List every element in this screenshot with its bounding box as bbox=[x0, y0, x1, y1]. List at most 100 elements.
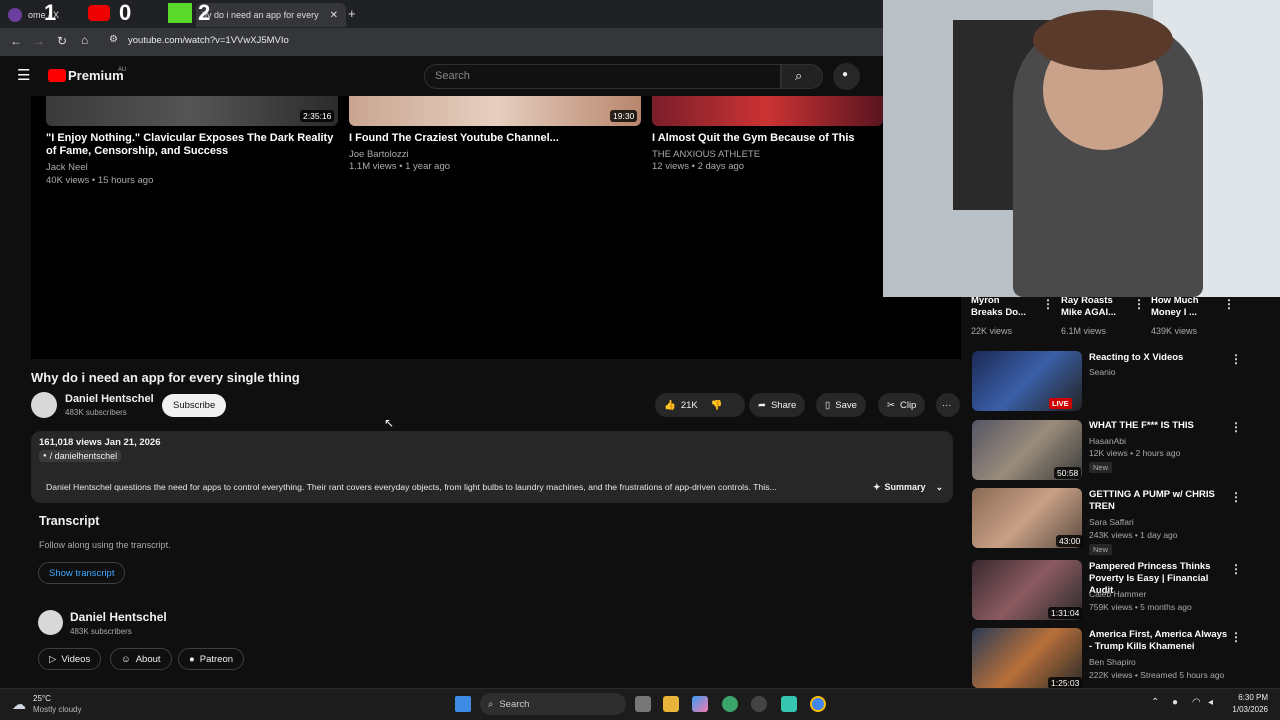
chatterino-icon[interactable] bbox=[781, 696, 797, 712]
site-info-icon[interactable]: ⚙ bbox=[109, 34, 118, 45]
new-badge: New bbox=[1089, 544, 1113, 555]
more-vert-icon[interactable]: ⋮ bbox=[1223, 297, 1235, 311]
chevron-up-icon[interactable]: ⌃ bbox=[1151, 697, 1159, 708]
share-label: Share bbox=[770, 399, 797, 411]
more-vert-icon[interactable]: ⋮ bbox=[1230, 490, 1242, 504]
taskbar-search[interactable]: ⌕ Search bbox=[480, 693, 626, 715]
subscribe-button[interactable]: Subscribe bbox=[162, 394, 227, 417]
channel-card-avatar[interactable] bbox=[38, 610, 63, 635]
volume-icon[interactable]: ◂ bbox=[1208, 697, 1213, 708]
youtube-logo-icon[interactable] bbox=[48, 69, 66, 82]
chevron-down-icon: ⌄ bbox=[935, 482, 944, 492]
tab-active[interactable]: hy do i need an app for every ✕ bbox=[196, 3, 346, 27]
sidebar-meta: 222K views • Streamed 5 hours ago bbox=[1089, 670, 1225, 680]
sidebar-meta: 759K views • 5 months ago bbox=[1089, 602, 1192, 612]
youtube-premium-logo[interactable]: Premium bbox=[68, 68, 124, 83]
end-screen-channel-2[interactable]: Joe Bartolozzi bbox=[349, 149, 409, 160]
weather-temperature[interactable]: 25°C bbox=[33, 694, 51, 703]
sidebar-video-title[interactable]: America First, America Always - Trump Ki… bbox=[1089, 629, 1229, 653]
back-icon[interactable]: ← bbox=[10, 34, 22, 48]
windows-start-icon[interactable] bbox=[455, 696, 471, 712]
save-button[interactable]: ▯ Save bbox=[816, 393, 866, 417]
end-screen-thumb-2[interactable] bbox=[349, 96, 641, 126]
copilot-icon[interactable] bbox=[692, 696, 708, 712]
address-url[interactable]: youtube.com/watch?v=1VVwXJ5MVIo bbox=[128, 35, 289, 46]
more-actions-button[interactable]: ··· bbox=[936, 393, 960, 417]
end-screen-channel-3[interactable]: THE ANXIOUS ATHLETE bbox=[652, 149, 760, 160]
mic-icon: ● bbox=[842, 69, 849, 80]
search-icon: ⌕ bbox=[488, 698, 494, 710]
duration-badge: 1:31:04 bbox=[1048, 607, 1083, 619]
menu-icon[interactable]: ☰ bbox=[17, 66, 30, 84]
reload-icon[interactable]: ↻ bbox=[57, 34, 67, 48]
clock-time[interactable]: 6:30 PM bbox=[1226, 693, 1268, 702]
videos-label: Videos bbox=[61, 653, 91, 665]
share-button[interactable]: ➦ Share bbox=[749, 393, 806, 417]
new-badge: New bbox=[1089, 462, 1113, 473]
overlay-counter-2: 0 bbox=[119, 0, 132, 25]
wifi-icon[interactable]: ◠ bbox=[1192, 697, 1201, 708]
obs-icon[interactable] bbox=[751, 696, 767, 712]
sidebar-video-title[interactable]: WHAT THE F*** IS THIS bbox=[1089, 420, 1229, 432]
chrome-icon[interactable] bbox=[810, 696, 826, 712]
thumbs-up-icon[interactable]: 👍 bbox=[664, 400, 676, 411]
channel-avatar[interactable] bbox=[31, 392, 57, 418]
channel-name[interactable]: Daniel Hentschel bbox=[65, 393, 154, 405]
file-explorer-icon[interactable] bbox=[663, 696, 679, 712]
more-vert-icon[interactable]: ⋮ bbox=[1230, 562, 1242, 576]
short-title[interactable]: Ray Roasts Mike AGAI... bbox=[1061, 295, 1126, 319]
search-input[interactable]: Search bbox=[424, 64, 781, 89]
clock-date[interactable]: 1/03/2026 bbox=[1226, 705, 1268, 714]
edge-icon[interactable] bbox=[722, 696, 738, 712]
patreon-button[interactable]: ● Patreon bbox=[178, 648, 245, 670]
videos-button[interactable]: ▷ Videos bbox=[38, 648, 102, 670]
about-button[interactable]: ☺ About bbox=[110, 648, 172, 670]
short-views: 6.1M views bbox=[1061, 326, 1107, 336]
like-count[interactable]: 21K bbox=[681, 400, 698, 411]
short-title[interactable]: How Much Money I ... bbox=[1151, 295, 1216, 319]
thumbs-down-icon[interactable]: 👎 bbox=[711, 400, 723, 411]
close-tab-icon[interactable]: ✕ bbox=[330, 10, 338, 21]
end-screen-title-3[interactable]: I Almost Quit the Gym Because of This bbox=[652, 132, 882, 145]
sidebar-channel[interactable]: Seanio bbox=[1089, 367, 1115, 377]
end-screen-thumb-1[interactable] bbox=[46, 96, 338, 126]
task-view-icon[interactable] bbox=[635, 696, 651, 712]
sparkle-icon: ✦ bbox=[873, 482, 881, 492]
about-label: About bbox=[135, 653, 161, 665]
home-icon[interactable]: ⌂ bbox=[81, 33, 88, 47]
show-transcript-button[interactable]: Show transcript bbox=[38, 562, 126, 584]
description-text: Daniel Hentschel questions the need for … bbox=[46, 482, 777, 492]
scissors-icon: ✂ bbox=[887, 399, 895, 411]
end-screen-thumb-3[interactable] bbox=[652, 96, 883, 126]
end-screen-meta-2: 1.1M views • 1 year ago bbox=[349, 161, 451, 172]
end-screen-title-1[interactable]: "I Enjoy Nothing." Clavicular Exposes Th… bbox=[46, 132, 336, 158]
sidebar-channel[interactable]: Sara Saffari bbox=[1089, 517, 1134, 527]
channel-handle-chip[interactable]: ● / danielhentschel bbox=[39, 450, 122, 462]
voice-search-button[interactable]: ● bbox=[833, 63, 860, 90]
sidebar-channel[interactable]: Caleb Hammer bbox=[1089, 589, 1146, 599]
bookmark-icon: ▯ bbox=[825, 399, 831, 411]
new-tab-icon[interactable]: + bbox=[348, 6, 356, 21]
more-vert-icon[interactable]: ⋮ bbox=[1042, 297, 1054, 311]
description-box[interactable] bbox=[31, 431, 953, 503]
more-vert-icon[interactable]: ⋮ bbox=[1133, 297, 1145, 311]
short-title[interactable]: Myron Breaks Do... bbox=[971, 295, 1031, 319]
sidebar-video-title[interactable]: GETTING A PUMP w/ CHRIS TREN bbox=[1089, 489, 1229, 513]
sidebar-video-title[interactable]: Reacting to X Videos bbox=[1089, 352, 1229, 364]
search-button[interactable]: ⌕ bbox=[781, 64, 823, 89]
more-vert-icon[interactable]: ⋮ bbox=[1230, 352, 1242, 366]
weather-description[interactable]: Mostly cloudy bbox=[33, 705, 81, 714]
clip-button[interactable]: ✂ Clip bbox=[878, 393, 926, 417]
subscriber-count: 483K subscribers bbox=[65, 408, 127, 417]
sidebar-channel[interactable]: Ben Shapiro bbox=[1089, 657, 1136, 667]
more-vert-icon[interactable]: ⋮ bbox=[1230, 630, 1242, 644]
channel-card-name[interactable]: Daniel Hentschel bbox=[70, 610, 167, 624]
more-vert-icon[interactable]: ⋮ bbox=[1230, 420, 1242, 434]
sidebar-channel[interactable]: HasanAbi bbox=[1089, 436, 1126, 446]
summary-toggle[interactable]: ✦ Summary ⌄ bbox=[873, 482, 943, 493]
forward-icon[interactable]: → bbox=[33, 34, 45, 48]
end-screen-title-2[interactable]: I Found The Craziest Youtube Channel... bbox=[349, 132, 639, 145]
mic-tray-icon[interactable]: ● bbox=[1172, 697, 1178, 708]
transcript-heading: Transcript bbox=[39, 514, 100, 528]
end-screen-channel-1[interactable]: Jack Neel bbox=[46, 162, 88, 173]
